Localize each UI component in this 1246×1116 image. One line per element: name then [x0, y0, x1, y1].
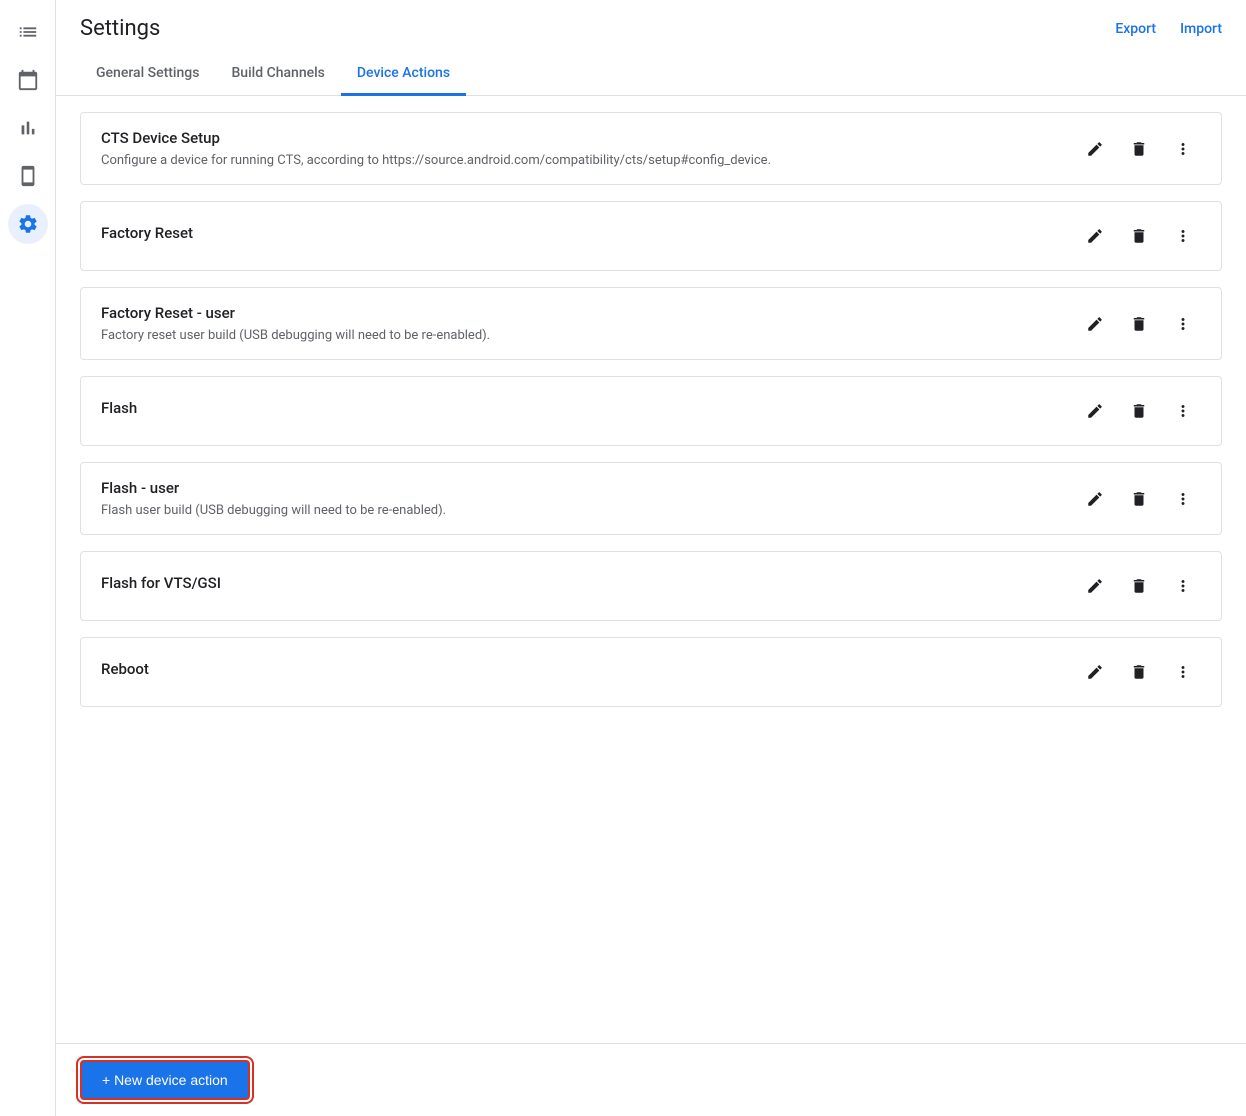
action-title: CTS Device Setup [101, 129, 1077, 147]
more-options-button[interactable] [1165, 481, 1201, 517]
action-info: Reboot [101, 660, 1077, 684]
tab-device-actions[interactable]: Device Actions [341, 53, 466, 96]
edit-button[interactable] [1077, 218, 1113, 254]
import-link[interactable]: Import [1180, 21, 1222, 37]
action-card-factory-reset: Factory Reset [80, 201, 1222, 271]
more-options-button[interactable] [1165, 654, 1201, 690]
action-info: CTS Device Setup Configure a device for r… [101, 129, 1077, 168]
delete-button[interactable] [1121, 481, 1157, 517]
more-options-button[interactable] [1165, 306, 1201, 342]
action-card-flash-user: Flash - user Flash user build (USB debugg… [80, 462, 1222, 535]
action-controls [1077, 568, 1201, 604]
action-description: Configure a device for running CTS, acco… [101, 153, 1077, 168]
tabs-bar: General Settings Build Channels Device A… [56, 53, 1246, 96]
action-title: Flash for VTS/GSI [101, 574, 1077, 592]
action-title: Reboot [101, 660, 1077, 678]
edit-button[interactable] [1077, 393, 1113, 429]
action-controls [1077, 131, 1201, 167]
delete-button[interactable] [1121, 393, 1157, 429]
action-controls [1077, 481, 1201, 517]
action-title: Flash - user [101, 479, 1077, 497]
action-title: Factory Reset - user [101, 304, 1077, 322]
delete-button[interactable] [1121, 131, 1157, 167]
action-card-flash-vts: Flash for VTS/GSI [80, 551, 1222, 621]
delete-button[interactable] [1121, 218, 1157, 254]
action-title: Flash [101, 399, 1077, 417]
sidebar-item-list[interactable] [8, 12, 48, 52]
action-title: Factory Reset [101, 224, 1077, 242]
more-options-button[interactable] [1165, 568, 1201, 604]
more-options-button[interactable] [1165, 218, 1201, 254]
footer: + New device action [56, 1043, 1246, 1116]
action-controls [1077, 218, 1201, 254]
header-actions: Export Import [1115, 21, 1222, 37]
action-info: Factory Reset - user Factory reset user b… [101, 304, 1077, 343]
more-options-button[interactable] [1165, 393, 1201, 429]
tab-build-channels[interactable]: Build Channels [215, 53, 340, 96]
action-info: Flash - user Flash user build (USB debugg… [101, 479, 1077, 518]
export-link[interactable]: Export [1115, 21, 1156, 37]
new-device-action-button[interactable]: + New device action [80, 1060, 250, 1100]
action-controls [1077, 654, 1201, 690]
action-card-flash: Flash [80, 376, 1222, 446]
page-title: Settings [80, 16, 160, 41]
content-area: CTS Device Setup Configure a device for r… [56, 96, 1246, 1043]
delete-button[interactable] [1121, 306, 1157, 342]
edit-button[interactable] [1077, 481, 1113, 517]
more-options-button[interactable] [1165, 131, 1201, 167]
action-description: Flash user build (USB debugging will nee… [101, 503, 1077, 518]
action-card-factory-reset-user: Factory Reset - user Factory reset user b… [80, 287, 1222, 360]
sidebar [0, 0, 56, 1116]
edit-button[interactable] [1077, 568, 1113, 604]
action-card-cts: CTS Device Setup Configure a device for r… [80, 112, 1222, 185]
sidebar-item-device[interactable] [8, 156, 48, 196]
delete-button[interactable] [1121, 654, 1157, 690]
action-info: Factory Reset [101, 224, 1077, 248]
action-card-reboot: Reboot [80, 637, 1222, 707]
edit-button[interactable] [1077, 131, 1113, 167]
action-info: Flash [101, 399, 1077, 423]
page-header: Settings Export Import [56, 0, 1246, 41]
edit-button[interactable] [1077, 306, 1113, 342]
action-description: Factory reset user build (USB debugging … [101, 328, 1077, 343]
action-info: Flash for VTS/GSI [101, 574, 1077, 598]
sidebar-item-calendar[interactable] [8, 60, 48, 100]
sidebar-item-chart[interactable] [8, 108, 48, 148]
delete-button[interactable] [1121, 568, 1157, 604]
sidebar-item-settings[interactable] [8, 204, 48, 244]
action-controls [1077, 306, 1201, 342]
tab-general-settings[interactable]: General Settings [80, 53, 215, 96]
action-controls [1077, 393, 1201, 429]
main-panel: Settings Export Import General Settings … [56, 0, 1246, 1116]
edit-button[interactable] [1077, 654, 1113, 690]
